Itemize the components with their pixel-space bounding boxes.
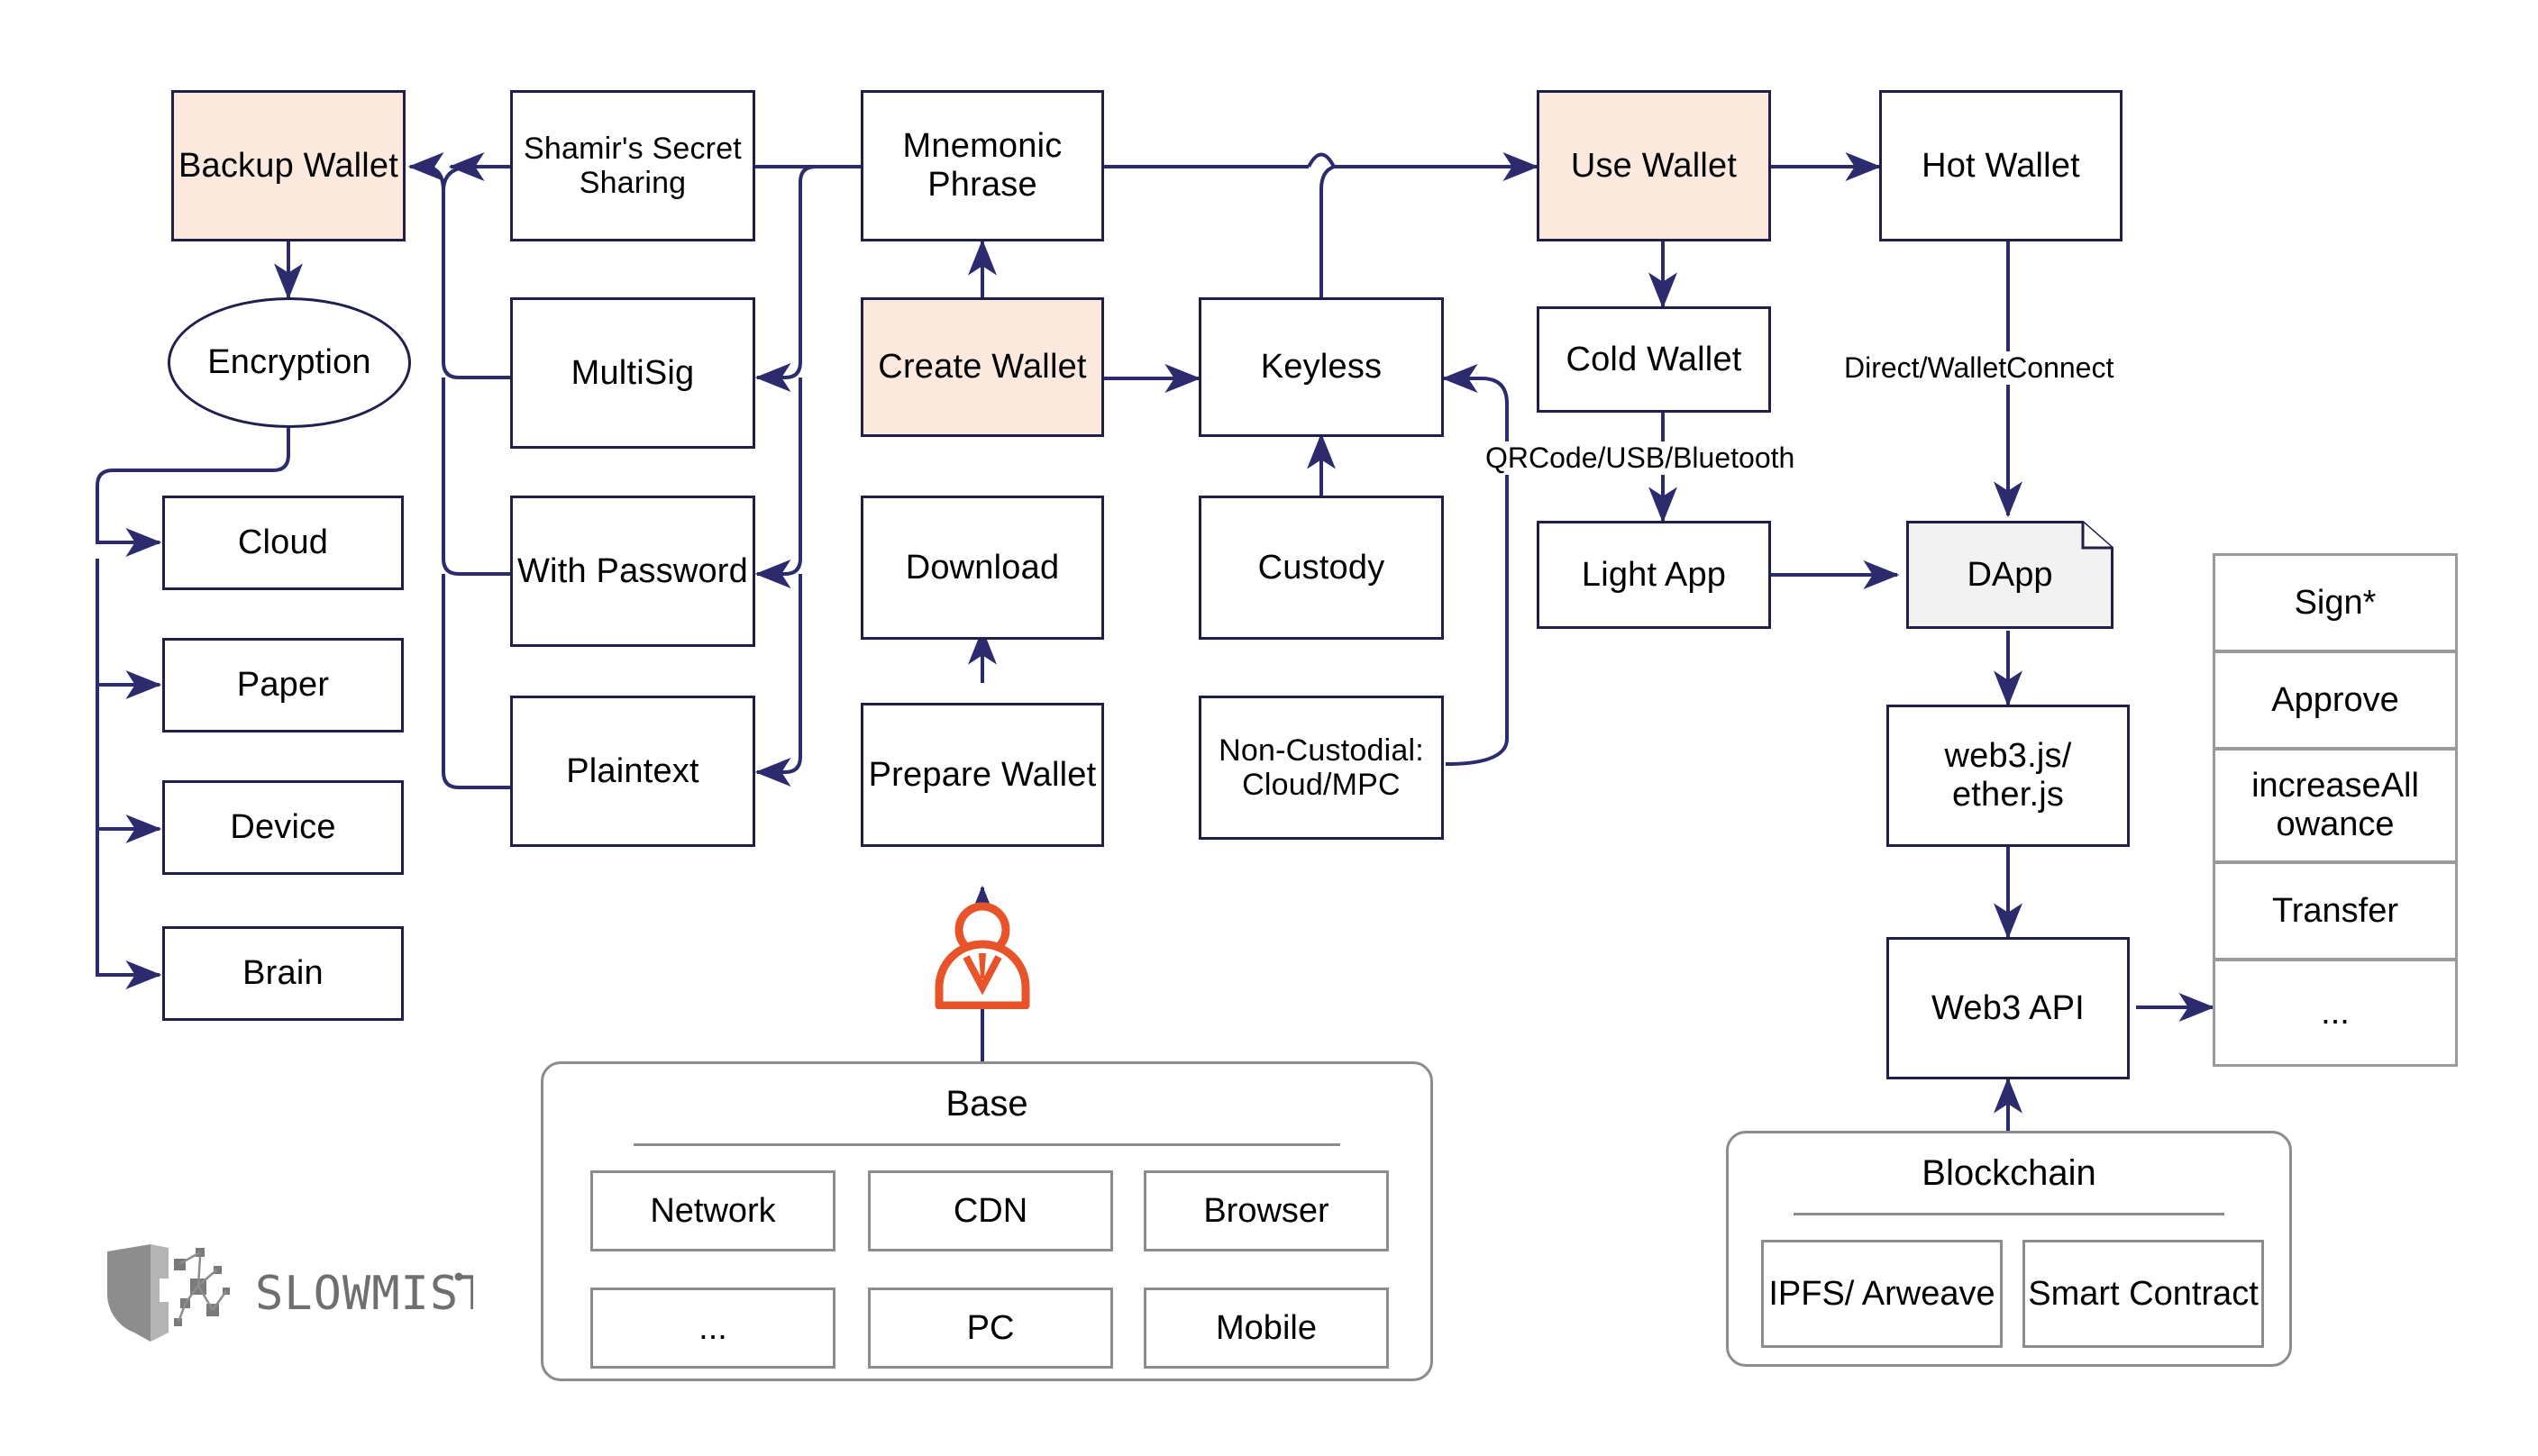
node-backup-wallet[interactable]: Backup Wallet bbox=[171, 90, 406, 241]
action-increase-allowance-label: increaseAll owance bbox=[2251, 767, 2419, 843]
node-with-password[interactable]: With Password bbox=[510, 496, 755, 647]
base-item-cdn-label: CDN bbox=[953, 1191, 1028, 1230]
node-encryption-label: Encryption bbox=[207, 343, 371, 382]
node-use-wallet[interactable]: Use Wallet bbox=[1537, 90, 1771, 241]
node-light-app[interactable]: Light App bbox=[1537, 521, 1771, 629]
node-keyless[interactable]: Keyless bbox=[1199, 297, 1444, 437]
node-hot-wallet[interactable]: Hot Wallet bbox=[1879, 90, 2123, 241]
node-prepare-wallet-label: Prepare Wallet bbox=[868, 755, 1097, 794]
container-blockchain-divider bbox=[1794, 1213, 2224, 1215]
action-transfer[interactable]: Transfer bbox=[2213, 861, 2458, 960]
blockchain-item-smart-contract-label: Smart Contract bbox=[2028, 1274, 2259, 1313]
node-device[interactable]: Device bbox=[162, 780, 404, 875]
edge-label-direct-walletconnect: Direct/WalletConnect bbox=[1839, 351, 2120, 385]
node-download[interactable]: Download bbox=[861, 496, 1104, 640]
action-sign-label: Sign* bbox=[2294, 583, 2377, 622]
container-base-title: Base bbox=[945, 1084, 1028, 1124]
node-cloud[interactable]: Cloud bbox=[162, 496, 404, 590]
base-item-pc[interactable]: PC bbox=[868, 1288, 1113, 1369]
base-item-cdn[interactable]: CDN bbox=[868, 1170, 1113, 1251]
action-more-label: ... bbox=[2321, 993, 2350, 1032]
node-shamirs-secret-sharing-label: Shamir's Secret Sharing bbox=[524, 131, 742, 200]
node-multisig-label: MultiSig bbox=[571, 353, 695, 392]
node-mnemonic-phrase[interactable]: Mnemonic Phrase bbox=[861, 90, 1104, 241]
node-non-custodial-label: Non-Custodial: Cloud/MPC bbox=[1219, 733, 1424, 802]
blockchain-item-ipfs-arweave-label: IPFS/ Arweave bbox=[1768, 1274, 1995, 1313]
action-transfer-label: Transfer bbox=[2271, 891, 2399, 930]
action-approve-label: Approve bbox=[2271, 680, 2399, 719]
container-blockchain-title: Blockchain bbox=[1922, 1153, 2096, 1193]
diagram-canvas: Backup Wallet Encryption Cloud Paper Dev… bbox=[0, 0, 2538, 1456]
base-item-browser-label: Browser bbox=[1203, 1191, 1329, 1230]
node-cloud-label: Cloud bbox=[237, 523, 329, 562]
base-item-network-label: Network bbox=[650, 1191, 776, 1230]
node-download-label: Download bbox=[905, 548, 1060, 587]
node-paper[interactable]: Paper bbox=[162, 638, 404, 733]
node-keyless-label: Keyless bbox=[1260, 348, 1383, 387]
edge-label-qrcode-usb-bluetooth: QRCode/USB/Bluetooth bbox=[1480, 441, 1801, 475]
node-device-label: Device bbox=[230, 808, 336, 847]
slowmist-logo: SLOWMIST bbox=[95, 1239, 487, 1347]
node-cold-wallet-label: Cold Wallet bbox=[1566, 340, 1742, 378]
shield-icon: SLOWMIST bbox=[106, 1244, 487, 1342]
node-dapp[interactable]: DApp bbox=[1906, 521, 2113, 629]
container-base-divider bbox=[634, 1143, 1340, 1146]
node-plaintext-label: Plaintext bbox=[566, 751, 699, 790]
node-with-password-label: With Password bbox=[516, 551, 748, 590]
node-web3-js-label: web3.js/ ether.js bbox=[1944, 737, 2072, 814]
base-item-more-label: ... bbox=[698, 1308, 727, 1347]
node-brain-label: Brain bbox=[242, 954, 324, 993]
node-web3-js[interactable]: web3.js/ ether.js bbox=[1886, 705, 2130, 847]
node-create-wallet[interactable]: Create Wallet bbox=[861, 297, 1104, 437]
action-more[interactable]: ... bbox=[2213, 959, 2458, 1067]
user-actor-icon bbox=[935, 902, 1030, 1009]
node-custody-label: Custody bbox=[1257, 548, 1385, 587]
action-approve[interactable]: Approve bbox=[2213, 651, 2458, 750]
base-item-mobile[interactable]: Mobile bbox=[1144, 1288, 1389, 1369]
base-item-more[interactable]: ... bbox=[590, 1288, 835, 1369]
node-brain[interactable]: Brain bbox=[162, 926, 404, 1021]
blockchain-item-smart-contract[interactable]: Smart Contract bbox=[2022, 1240, 2264, 1348]
base-item-browser[interactable]: Browser bbox=[1144, 1170, 1389, 1251]
node-encryption[interactable]: Encryption bbox=[168, 297, 411, 428]
node-hot-wallet-label: Hot Wallet bbox=[1922, 146, 2080, 185]
node-prepare-wallet[interactable]: Prepare Wallet bbox=[861, 703, 1104, 847]
slowmist-wordmark: SLOWMIST bbox=[255, 1267, 473, 1321]
node-shamirs-secret-sharing[interactable]: Shamir's Secret Sharing bbox=[510, 90, 755, 241]
node-plaintext[interactable]: Plaintext bbox=[510, 696, 755, 847]
node-paper-label: Paper bbox=[236, 666, 330, 705]
base-item-pc-label: PC bbox=[966, 1308, 1015, 1347]
node-use-wallet-label: Use Wallet bbox=[1570, 146, 1738, 185]
node-dapp-label: DApp bbox=[1967, 555, 2053, 594]
container-base: Base Network CDN Browser ... PC Mobile bbox=[541, 1061, 1433, 1381]
node-web3-api[interactable]: Web3 API bbox=[1886, 937, 2130, 1079]
node-web3-api-label: Web3 API bbox=[1931, 988, 2085, 1027]
node-mnemonic-phrase-label: Mnemonic Phrase bbox=[902, 127, 1063, 204]
action-sign[interactable]: Sign* bbox=[2213, 553, 2458, 652]
node-cold-wallet[interactable]: Cold Wallet bbox=[1537, 306, 1771, 413]
container-blockchain: Blockchain IPFS/ Arweave Smart Contract bbox=[1726, 1131, 2292, 1367]
node-custody[interactable]: Custody bbox=[1199, 496, 1444, 640]
node-backup-wallet-label: Backup Wallet bbox=[178, 146, 399, 185]
base-item-network[interactable]: Network bbox=[590, 1170, 835, 1251]
node-multisig[interactable]: MultiSig bbox=[510, 297, 755, 449]
node-non-custodial[interactable]: Non-Custodial: Cloud/MPC bbox=[1199, 696, 1444, 840]
node-light-app-label: Light App bbox=[1581, 555, 1727, 594]
action-increase-allowance[interactable]: increaseAll owance bbox=[2213, 748, 2458, 863]
blockchain-item-ipfs-arweave[interactable]: IPFS/ Arweave bbox=[1761, 1240, 2003, 1348]
base-item-mobile-label: Mobile bbox=[1216, 1308, 1317, 1347]
node-create-wallet-label: Create Wallet bbox=[878, 348, 1087, 387]
